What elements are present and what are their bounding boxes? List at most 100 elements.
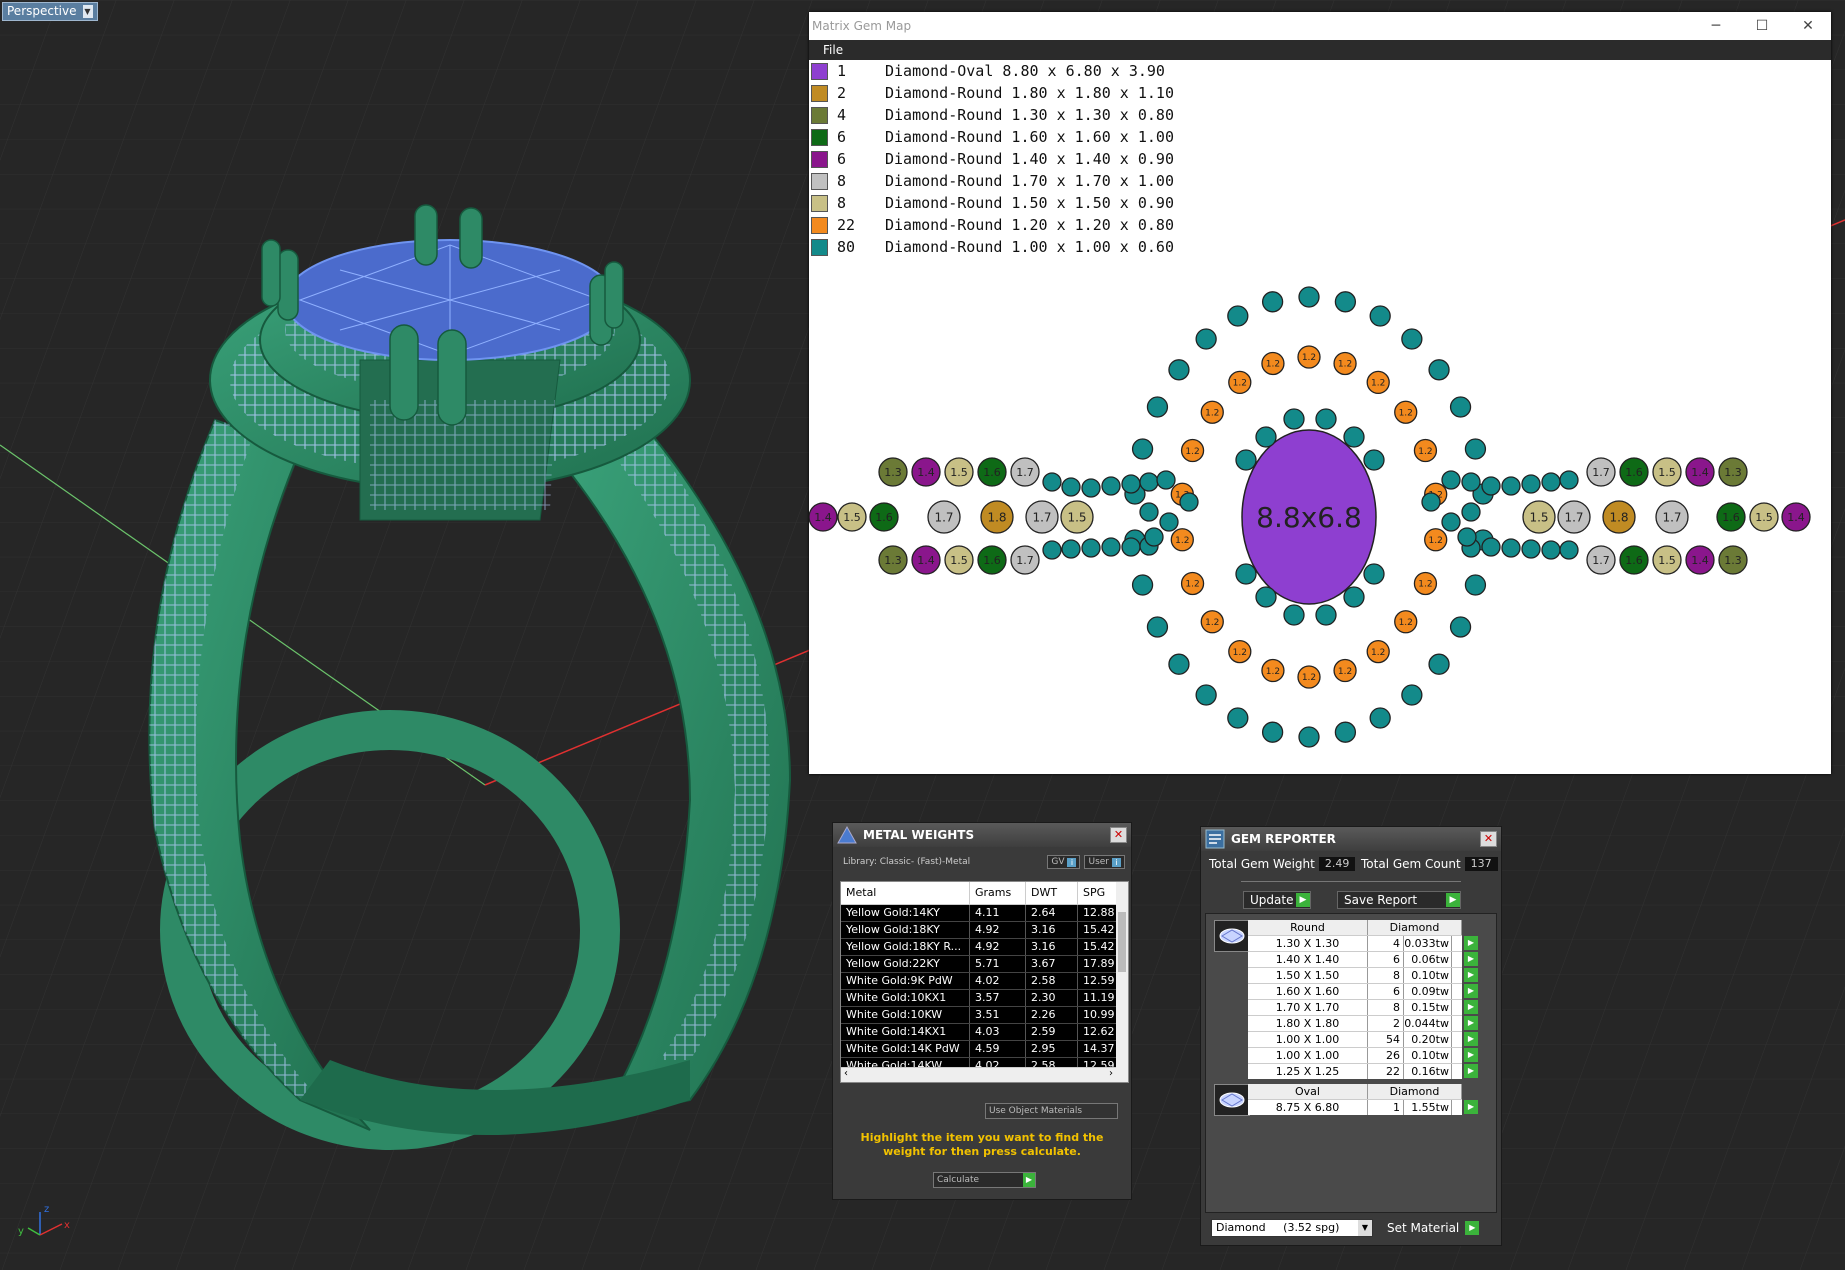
gem-circle[interactable] xyxy=(1159,512,1179,532)
gem-circle[interactable] xyxy=(1235,449,1257,471)
gem-circle[interactable] xyxy=(1315,604,1337,626)
gem-circle[interactable] xyxy=(1521,539,1541,559)
gem-circle[interactable] xyxy=(1121,474,1141,494)
table-row[interactable]: White Gold:10KX1 3.57 2.30 11.19 xyxy=(841,990,1128,1007)
set-material-button[interactable]: Set Material ▶ xyxy=(1387,1221,1480,1235)
col-grams[interactable]: Grams xyxy=(970,882,1026,904)
gem-circle[interactable] xyxy=(1101,537,1121,557)
gem-circle[interactable] xyxy=(1195,328,1217,350)
select-gem-arrow-icon[interactable]: ▶ xyxy=(1464,984,1478,998)
gem-circle[interactable] xyxy=(1061,539,1081,559)
gem-row[interactable]: 1.25 X 1.25 22 0.16tw ▶ xyxy=(1248,1063,1478,1079)
gem-circle[interactable] xyxy=(1139,472,1159,492)
gem-circle[interactable] xyxy=(1195,684,1217,706)
gem-circle[interactable] xyxy=(1121,537,1141,557)
gem-circle[interactable] xyxy=(1101,476,1121,496)
gem-circle[interactable] xyxy=(1168,653,1190,675)
gem-circle[interactable] xyxy=(1541,540,1561,560)
gem-circle[interactable] xyxy=(1156,470,1176,490)
gem-circle[interactable] xyxy=(1449,616,1472,638)
horizontal-scrollbar[interactable]: ‹ › xyxy=(841,1067,1116,1082)
gem-circle[interactable] xyxy=(1283,408,1305,430)
gem-circle[interactable] xyxy=(1401,684,1423,706)
gem-circle[interactable] xyxy=(1343,426,1365,448)
col-dwt[interactable]: DWT xyxy=(1026,882,1078,904)
gem-row[interactable]: 1.00 X 1.00 54 0.20tw ▶ xyxy=(1248,1031,1478,1047)
vertical-scrollbar[interactable] xyxy=(1116,882,1128,1082)
gem-circle[interactable] xyxy=(1501,476,1521,496)
gem-row[interactable]: 1.40 X 1.40 6 0.06tw ▶ xyxy=(1248,951,1478,967)
gem-circle[interactable] xyxy=(1146,396,1169,418)
close-icon[interactable]: ✕ xyxy=(1110,827,1127,843)
gem-circle[interactable] xyxy=(1298,726,1320,748)
table-row[interactable]: White Gold:14KX1 4.03 2.59 12.62 xyxy=(841,1024,1128,1041)
gem-circle[interactable] xyxy=(1139,502,1159,522)
gem-row[interactable]: 1.30 X 1.30 4 0.033tw ▶ xyxy=(1248,935,1478,951)
gem-circle[interactable] xyxy=(1235,563,1257,585)
gem-circle[interactable] xyxy=(1227,707,1249,729)
user-toggle[interactable]: User i xyxy=(1084,855,1125,869)
table-row[interactable]: Yellow Gold:18KY R... 4.92 3.16 15.42 xyxy=(841,939,1128,956)
viewport-label[interactable]: Perspective ▼ xyxy=(2,2,98,21)
gem-circle[interactable] xyxy=(1541,472,1561,492)
gem-circle[interactable] xyxy=(1255,426,1277,448)
metal-weights-titlebar[interactable]: METAL WEIGHTS ✕ xyxy=(833,823,1131,847)
table-row[interactable]: Yellow Gold:14KY 4.11 2.64 12.88 xyxy=(841,905,1128,922)
gem-circle[interactable] xyxy=(1461,502,1481,522)
gem-row[interactable]: 1.50 X 1.50 8 0.10tw ▶ xyxy=(1248,967,1478,983)
calculate-button[interactable]: Calculate ▶ xyxy=(933,1172,1036,1188)
select-gem-arrow-icon[interactable]: ▶ xyxy=(1464,936,1478,950)
gem-circle[interactable] xyxy=(1283,604,1305,626)
update-button[interactable]: Update ▶ xyxy=(1243,891,1311,909)
gem-circle[interactable] xyxy=(1363,563,1385,585)
gem-circle[interactable] xyxy=(1521,474,1541,494)
table-row[interactable]: White Gold:10KW 3.51 2.26 10.99 xyxy=(841,1007,1128,1024)
gem-circle[interactable] xyxy=(1363,449,1385,471)
gem-circle[interactable] xyxy=(1179,492,1199,512)
close-icon[interactable]: ✕ xyxy=(1480,831,1497,847)
gem-circle[interactable] xyxy=(1081,478,1101,498)
select-gem-arrow-icon[interactable]: ▶ xyxy=(1464,1000,1478,1014)
select-gem-arrow-icon[interactable]: ▶ xyxy=(1464,968,1478,982)
gem-circle[interactable] xyxy=(1559,470,1579,490)
gem-circle[interactable] xyxy=(1131,438,1154,460)
select-gem-arrow-icon[interactable]: ▶ xyxy=(1464,1048,1478,1062)
gem-circle[interactable] xyxy=(1131,574,1154,596)
gem-circle[interactable] xyxy=(1315,408,1337,430)
gem-circle[interactable] xyxy=(1042,540,1062,560)
table-row[interactable]: White Gold:14K PdW 4.59 2.95 14.37 xyxy=(841,1041,1128,1058)
table-row[interactable]: White Gold:9K PdW 4.02 2.58 12.59 xyxy=(841,973,1128,990)
gem-circle[interactable] xyxy=(1261,291,1284,313)
gem-row[interactable]: 1.00 X 1.00 26 0.10tw ▶ xyxy=(1248,1047,1478,1063)
gem-circle[interactable] xyxy=(1457,527,1477,547)
gem-row[interactable]: 1.80 X 1.80 2 0.044tw ▶ xyxy=(1248,1015,1478,1031)
gem-circle[interactable] xyxy=(1168,359,1190,381)
scroll-left-icon[interactable]: ‹ xyxy=(844,1068,848,1079)
play-icon[interactable]: ▶ xyxy=(1023,1173,1035,1187)
scroll-thumb[interactable] xyxy=(1118,912,1126,972)
gem-circle[interactable] xyxy=(1559,540,1579,560)
gem-circle[interactable] xyxy=(1441,512,1461,532)
gem-circle[interactable] xyxy=(1501,538,1521,558)
viewport-menu-arrow-icon[interactable]: ▼ xyxy=(82,5,93,18)
gem-circle[interactable] xyxy=(1461,472,1481,492)
gem-circle[interactable] xyxy=(1298,286,1320,308)
gem-circle[interactable] xyxy=(1227,305,1249,327)
gem-circle[interactable] xyxy=(1255,586,1277,608)
gem-row[interactable]: 8.75 X 6.80 1 1.55tw ▶ xyxy=(1248,1099,1478,1115)
gem-reporter-titlebar[interactable]: GEM REPORTER ✕ xyxy=(1201,827,1501,851)
gem-circle[interactable] xyxy=(1343,586,1365,608)
gem-circle[interactable] xyxy=(1042,472,1062,492)
save-report-button[interactable]: Save Report ▶ xyxy=(1337,891,1461,909)
gv-toggle[interactable]: GV i xyxy=(1047,855,1081,869)
gem-circle[interactable] xyxy=(1449,396,1472,418)
gem-circle[interactable] xyxy=(1369,707,1391,729)
gem-circle[interactable] xyxy=(1261,721,1284,743)
gem-circle[interactable] xyxy=(1464,574,1487,596)
gem-circle[interactable] xyxy=(1401,328,1423,350)
gem-circle[interactable] xyxy=(1369,305,1391,327)
scroll-right-icon[interactable]: › xyxy=(1109,1068,1113,1079)
gem-circle[interactable] xyxy=(1481,537,1501,557)
gem-circle[interactable] xyxy=(1428,653,1450,675)
gem-circle[interactable] xyxy=(1061,477,1081,497)
